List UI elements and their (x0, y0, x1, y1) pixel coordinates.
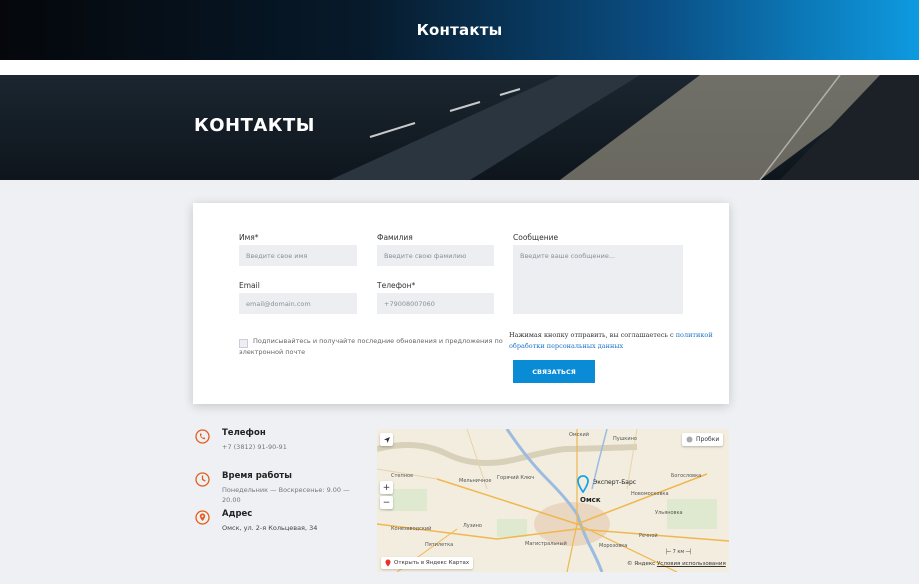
hours-line1: Понедельник — Воскресенье: 9.00 — (222, 486, 350, 494)
minus-icon: − (382, 497, 391, 508)
locate-arrow-icon (383, 436, 390, 443)
map-city-label: Омск (580, 496, 601, 504)
map-scale: ├─ 7 км ─┤ (665, 549, 692, 555)
map-place: Новомосковка (631, 491, 669, 497)
message-label: Сообщение (513, 233, 559, 242)
privacy-policy-link-part1[interactable]: политикой (676, 331, 713, 339)
map-place: Пятилетка (425, 542, 454, 548)
phone-label: Телефон* (377, 281, 416, 290)
map-place: Богословка (671, 473, 702, 479)
submit-button[interactable]: СВЯЗАТЬСЯ (513, 360, 595, 383)
map-place: Речной (639, 533, 658, 539)
map-place: Горячий Ключ (497, 475, 535, 481)
header-spacer (0, 60, 919, 75)
message-textarea[interactable]: Введите ваше сообщение... (513, 245, 683, 314)
map-copyright: © Яндекс Условия использования (627, 561, 726, 567)
email-input[interactable]: email@domain.com (239, 293, 357, 314)
map-place: Лузино (463, 523, 482, 529)
last-name-label: Фамилия (377, 233, 413, 242)
map-zoom-out-button[interactable]: − (380, 496, 393, 509)
map-place: Магистральный (525, 541, 567, 547)
yandex-map[interactable]: Омский Пушкино Богословка Степное Мельни… (377, 429, 729, 572)
privacy-policy-link-part2[interactable]: обработки персональных данных (509, 342, 623, 350)
map-place: Конезаводский (391, 526, 432, 532)
first-name-input[interactable]: Введите свое имя (239, 245, 357, 266)
contact-form-card: Имя* Введите свое имя Фамилия Введите св… (193, 203, 729, 404)
hours-title: Время работы (222, 471, 292, 481)
phone-title: Телефон (222, 428, 266, 438)
highway-background (0, 75, 919, 180)
plus-icon: + (382, 482, 391, 493)
consent-text-line2: обработки персональных данных (509, 341, 623, 352)
copyright-text: © Яндекс (627, 561, 656, 567)
map-geolocation-button[interactable] (380, 433, 393, 446)
traffic-button[interactable]: Пробки (682, 433, 724, 446)
address-title: Адрес (222, 509, 253, 519)
last-name-input[interactable]: Введите свою фамилию (377, 245, 494, 266)
hero-banner: КОНТАКТЫ (0, 75, 919, 180)
email-label: Email (239, 281, 260, 290)
consent-prefix: Нажимая кнопку отправить, вы соглашаетес… (509, 331, 676, 339)
phone-input[interactable]: +79008007060 (377, 293, 494, 314)
page-title: Контакты (416, 21, 503, 39)
traffic-label: Пробки (696, 436, 720, 443)
open-in-yandex-maps-button[interactable]: Открыть в Яндекс Картах (381, 557, 474, 569)
yandex-pin-icon (385, 559, 391, 567)
map-scale-value: 7 км (672, 549, 685, 555)
hero-heading: КОНТАКТЫ (194, 115, 315, 136)
map-place: Степное (391, 473, 414, 479)
map-place: Мельничное (459, 478, 492, 484)
top-header-bar: Контакты (0, 0, 919, 60)
phone-value: +7 (3812) 91-90-91 (222, 443, 287, 451)
location-pin-icon (195, 510, 210, 525)
first-name-label: Имя* (239, 233, 259, 242)
map-place: Ульяновка (655, 510, 683, 516)
map-place: Пушкино (613, 436, 637, 442)
map-marker-icon[interactable] (577, 475, 589, 493)
subscribe-text-line2: электронной почте (239, 348, 306, 356)
clock-icon (195, 472, 210, 487)
terms-link[interactable]: Условия использования (657, 561, 726, 567)
consent-text: Нажимая кнопку отправить, вы соглашаетес… (509, 330, 713, 341)
map-place: Омский (569, 432, 589, 438)
open-in-yandex-label: Открыть в Яндекс Картах (394, 560, 470, 566)
map-zoom-in-button[interactable]: + (380, 481, 393, 494)
hours-line2: 20.00 (222, 496, 241, 504)
phone-icon (195, 429, 210, 444)
map-place: Морозовка (599, 543, 628, 549)
map-marker-label: Эксперт-Барс (593, 479, 637, 486)
subscribe-text-line1: Подписывайтесь и получайте последние обн… (253, 337, 503, 345)
traffic-icon (686, 436, 693, 443)
address-value: Омск, ул. 2-я Кольцевая, 34 (222, 524, 318, 532)
